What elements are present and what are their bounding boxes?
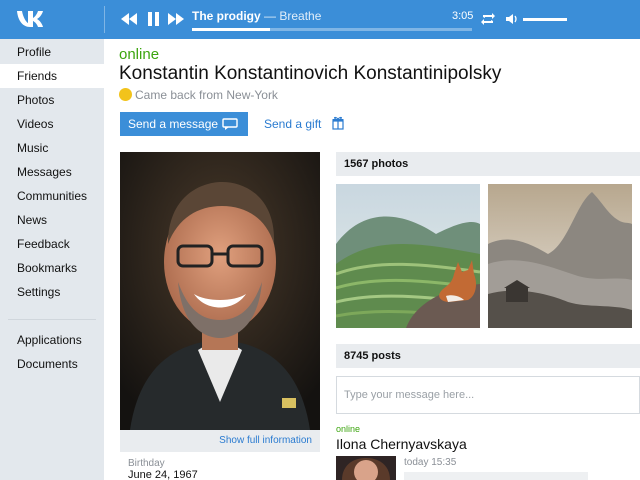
photo-thumbnail[interactable] [488, 184, 632, 328]
sidebar-item-friends[interactable]: Friends [0, 64, 104, 88]
sidebar-item-documents[interactable]: Documents [0, 352, 104, 376]
sidebar-item-messages[interactable]: Messages [0, 160, 104, 184]
online-status: online [119, 46, 160, 63]
pause-icon[interactable] [145, 11, 163, 27]
sidebar-item-communities[interactable]: Communities [0, 184, 104, 208]
post-author-avatar[interactable] [336, 456, 396, 480]
sidebar-item-videos[interactable]: Videos [0, 112, 104, 136]
smile-emoji-icon [119, 88, 132, 101]
vk-logo-icon[interactable] [16, 8, 56, 30]
profile-photo-image [120, 152, 320, 430]
volume-slider[interactable] [523, 18, 567, 21]
top-bar-divider [104, 6, 105, 33]
post-message-input[interactable] [336, 376, 640, 414]
profile-photo[interactable] [120, 152, 320, 430]
next-track-icon[interactable] [167, 11, 185, 27]
track-time: 3:05 [452, 10, 474, 22]
send-message-button[interactable]: Send a message [120, 112, 248, 136]
sidebar-item-profile[interactable]: Profile [0, 40, 104, 64]
show-full-information-link[interactable]: Show full information [219, 435, 312, 446]
now-playing: The prodigy — Breathe [192, 9, 321, 23]
track-separator: — [264, 9, 277, 23]
sidebar-item-photos[interactable]: Photos [0, 88, 104, 112]
sidebar-item-bookmarks[interactable]: Bookmarks [0, 256, 104, 280]
volume-fill [523, 18, 567, 21]
gift-icon[interactable] [332, 116, 344, 130]
show-info-bar: Show full information [120, 430, 320, 452]
sidebar-divider [8, 304, 96, 320]
profile-status-text: Came back from New-York [135, 88, 278, 102]
avatar-image [336, 456, 396, 480]
rice-terraces-image [336, 184, 480, 328]
post-author-online-status: online [336, 424, 361, 434]
send-gift-link[interactable]: Send a gift [264, 117, 321, 131]
photos-heading[interactable]: 1567 photos [336, 152, 640, 176]
sidebar-item-music[interactable]: Music [0, 136, 104, 160]
sidebar-item-news[interactable]: News [0, 208, 104, 232]
track-title: Breathe [279, 9, 322, 23]
sidebar-item-applications[interactable]: Applications [0, 328, 104, 352]
profile-name: Konstantin Konstantinovich Konstantinipo… [119, 63, 502, 84]
post-content [404, 472, 588, 480]
message-bubble-icon [222, 118, 238, 130]
volume-icon[interactable] [505, 12, 519, 26]
birthday-value: June 24, 1967 [128, 469, 198, 480]
repeat-icon[interactable] [480, 11, 496, 27]
track-artist: The prodigy [192, 9, 261, 23]
post-timestamp: today 15:35 [404, 457, 457, 468]
sidebar: Profile Friends Photos Videos Music Mess… [0, 39, 104, 480]
profile-status: Came back from New-York [119, 88, 278, 102]
previous-track-icon[interactable] [120, 11, 138, 27]
sidebar-item-feedback[interactable]: Feedback [0, 232, 104, 256]
birthday-label: Birthday [128, 458, 165, 469]
track-progress-bar[interactable] [192, 28, 472, 31]
post-author-name[interactable]: Ilona Chernyavskaya [336, 436, 467, 452]
track-progress-fill [192, 28, 271, 31]
send-message-label: Send a message [128, 117, 219, 131]
photo-thumbnail[interactable] [336, 184, 480, 328]
misty-mountain-image [488, 184, 632, 328]
posts-heading[interactable]: 8745 posts [336, 344, 640, 368]
sidebar-item-settings[interactable]: Settings [0, 280, 104, 304]
top-bar: The prodigy — Breathe 3:05 [0, 0, 640, 39]
